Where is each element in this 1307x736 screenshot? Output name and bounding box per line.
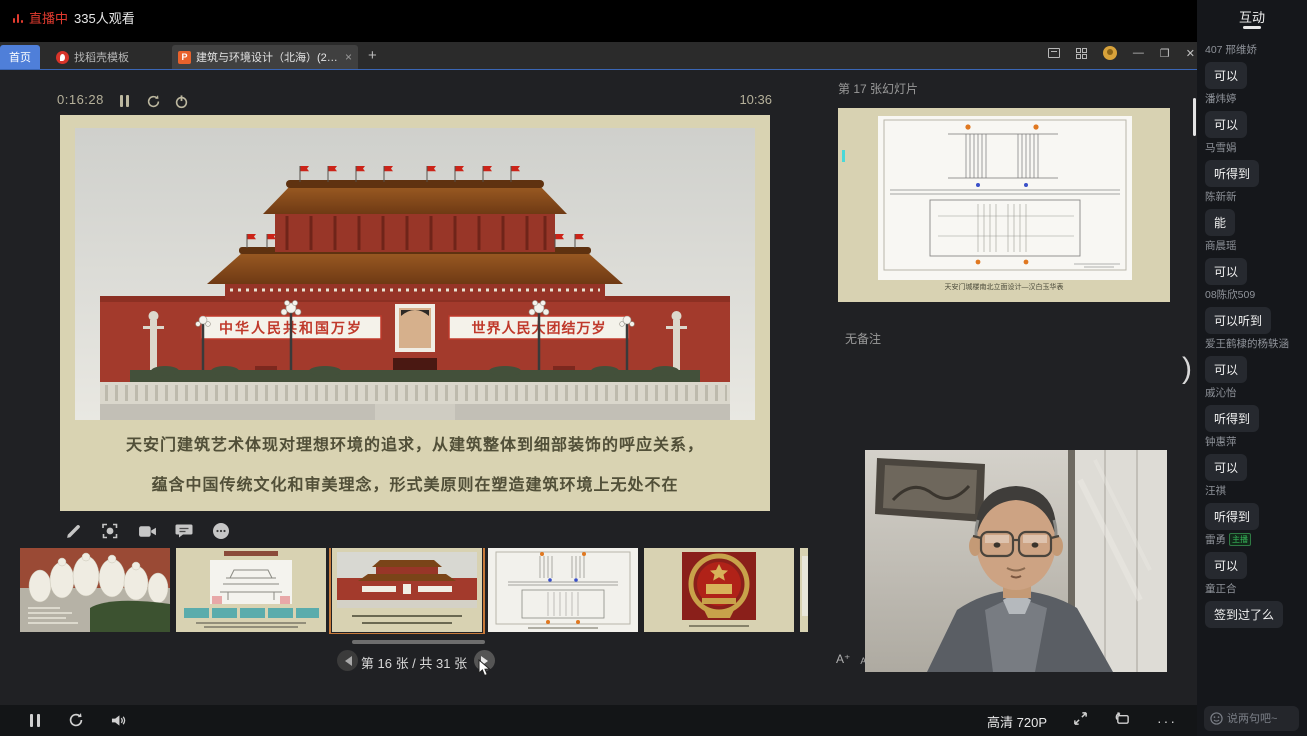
chat-title-underline (1243, 26, 1261, 29)
font-larger-button[interactable]: A⁺ (836, 652, 850, 666)
elapsed-timer: 0:16:28 (57, 92, 104, 107)
pencil-icon[interactable] (62, 520, 84, 542)
slide-filmstrip (20, 548, 812, 634)
elevation-drawing (878, 116, 1132, 280)
tab-presentation-file[interactable]: P 建筑与环境设计（北海）(2).pptx × (172, 45, 358, 69)
chat-message: 童正合 签到过了么 (1197, 575, 1307, 624)
ppt-file-icon: P (178, 51, 191, 64)
previous-slide-button[interactable] (337, 650, 358, 671)
apps-grid-icon[interactable] (1076, 48, 1087, 59)
emoji-icon[interactable] (1210, 712, 1223, 725)
chat-input[interactable] (1204, 706, 1299, 731)
annotation-toolbar (62, 520, 232, 542)
docer-icon (56, 51, 69, 64)
reload-stream-icon[interactable] (68, 712, 84, 733)
close-window-button[interactable]: ✕ (1186, 47, 1195, 60)
window-controls: — ❐ ✕ (1048, 46, 1195, 60)
chat-message: 爱王鹤棣的杨轶涵 可以 (1197, 330, 1307, 379)
viewer-count: 335人观看 (74, 8, 135, 27)
chat-text-field[interactable] (1227, 713, 1291, 725)
pause-icon[interactable] (118, 94, 132, 108)
wall-clock: 10:36 (672, 92, 772, 107)
presentation-stage: 0:16:28 10:36 (0, 70, 1197, 705)
power-icon[interactable] (174, 94, 188, 108)
slide-caption-line1: 天安门建筑艺术体现对理想环境的追求，从建筑整体到细部装饰的呼应关系， (60, 431, 770, 455)
chat-bubble-icon[interactable] (173, 520, 195, 542)
tab-bar: 首页 找稻壳模板 P 建筑与环境设计（北海）(2).pptx × + (0, 42, 1197, 69)
chat-message: 商晨瑶 可以 (1197, 232, 1307, 281)
sidebar-collapse-handle[interactable]: ) (1182, 352, 1192, 386)
chat-message: 雷勇主播 可以 (1197, 526, 1307, 575)
slide-thumbnail-15[interactable] (176, 548, 326, 632)
chat-message: 戚沁怡 听得到 (1197, 379, 1307, 428)
chat-message: 汪祺 听得到 (1197, 477, 1307, 526)
account-avatar[interactable] (1103, 46, 1117, 60)
more-options-icon[interactable]: ··· (1157, 713, 1177, 729)
quality-selector[interactable]: 高清 720P (987, 712, 1047, 731)
notes-font-size-controls: A⁺ A (836, 652, 866, 666)
live-header: 直播中 335人观看 (0, 0, 1197, 42)
tab-docer-templates[interactable]: 找稻壳模板 (48, 45, 166, 69)
close-tab-icon[interactable]: × (345, 50, 352, 64)
chat-message: 钟惠萍 可以 (1197, 428, 1307, 477)
player-control-bar: 高清 720P ··· (0, 705, 1197, 736)
presentation-view-icon[interactable] (1048, 48, 1060, 58)
live-signal-icon (13, 12, 25, 24)
slide-thumbnail-18[interactable] (644, 548, 794, 632)
new-tab-button[interactable]: + (368, 47, 377, 64)
filmstrip-scrollbar[interactable] (352, 640, 485, 644)
rotate-screen-icon[interactable] (1114, 711, 1131, 731)
chat-message-list[interactable]: 407 邢维娇 可以 潘炜婷 可以 马雪娟 听得到 陈新新 能 商晨瑶 可以 0… (1197, 36, 1307, 624)
font-smaller-button[interactable]: A (860, 656, 866, 666)
chat-message: 潘炜婷 可以 (1197, 85, 1307, 134)
chat-message: 马雪娟 听得到 (1197, 134, 1307, 183)
interaction-sidebar: 互动 407 邢维娇 可以 潘炜婷 可以 马雪娟 听得到 陈新新 能 商晨瑶 可… (1197, 0, 1307, 736)
chat-message: 407 邢维娇 可以 (1197, 36, 1307, 85)
tiananmen-photo: 中华人民共和国万岁 世界人民大团结万岁 (75, 128, 755, 420)
preview-marker (842, 150, 845, 162)
slide-thumbnail-16-selected[interactable] (332, 548, 482, 632)
tab-home[interactable]: 首页 (0, 45, 40, 69)
maximize-button[interactable]: ❐ (1160, 47, 1170, 60)
empty-notes-label: 无备注 (845, 330, 881, 347)
slide-thumbnail-19-partial[interactable] (800, 548, 808, 632)
slide-position-label: 第 16 张 / 共 31 张 (358, 653, 470, 672)
screen: 直播中 335人观看 首页 找稻壳模板 P 建筑与环境设计（北海）(2).ppt… (0, 0, 1307, 736)
chat-panel-title: 互动 (1197, 7, 1307, 26)
slide-thumbnail-17[interactable] (488, 548, 638, 632)
mouse-cursor (478, 659, 492, 682)
volume-icon[interactable] (110, 713, 127, 733)
refresh-icon[interactable] (146, 94, 160, 108)
teacher-webcam (865, 450, 1167, 672)
minimize-button[interactable]: — (1133, 47, 1144, 59)
slide-caption-line2: 蕴含中国传统文化和审美理念，形式美原则在塑造建筑环境上无处不在 (60, 471, 770, 495)
camera-icon[interactable] (136, 520, 158, 542)
current-slide: 中华人民共和国万岁 世界人民大团结万岁 (60, 115, 770, 511)
chat-message: 陈新新 能 (1197, 183, 1307, 232)
more-tools-icon[interactable] (210, 520, 232, 542)
fullscreen-icon[interactable] (1073, 711, 1088, 731)
next-slide-panel-title: 第 17 张幻灯片 (838, 80, 918, 97)
laser-pointer-icon[interactable] (99, 520, 121, 542)
live-status: 直播中 (29, 8, 68, 27)
preview-caption: 天安门城楼南北立面设计—汉白玉华表 (838, 282, 1170, 292)
chat-message: 08陈欣509 可以听到 (1197, 281, 1307, 330)
next-slide-preview[interactable]: 天安门城楼南北立面设计—汉白玉华表 (838, 108, 1170, 302)
pause-playback-icon[interactable] (28, 714, 42, 732)
sidebar-scroll-indicator (1193, 98, 1196, 136)
slide-thumbnail-14[interactable] (20, 548, 170, 632)
